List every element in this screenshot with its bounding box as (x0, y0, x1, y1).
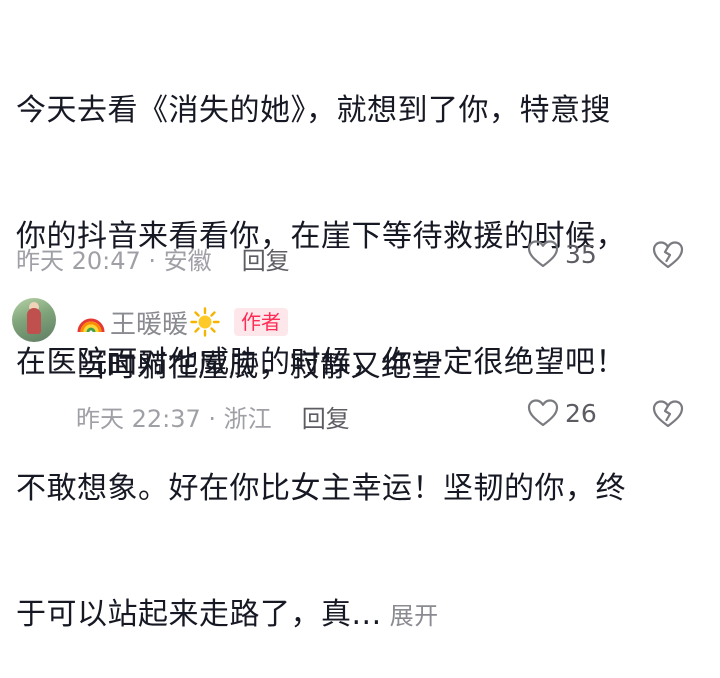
comment-timestamp-location: 昨天 20:47 · 安徽 (16, 246, 212, 275)
heart-outline-icon (527, 240, 559, 268)
rainbow-icon (77, 318, 105, 333)
like-count: 26 (565, 398, 597, 428)
sun-icon (190, 307, 220, 337)
comment-line: 今天去看《消失的她》，就想到了你，特意搜 (16, 93, 611, 128)
comment-like-button[interactable]: 35 (527, 239, 597, 269)
comment-text: 今天去看《消失的她》，就想到了你，特意搜 你的抖音来看看你，在崖下等待救援的时候… (16, 6, 706, 678)
avatar-figure-body (27, 308, 41, 334)
reply-header: 王暖暖 作者 (76, 304, 289, 341)
reply-button[interactable]: 回复 (242, 241, 290, 276)
reply-like-button[interactable]: 26 (527, 398, 597, 428)
broken-heart-icon[interactable] (652, 399, 684, 429)
reply-author-name[interactable]: 王暖暖 (110, 304, 188, 341)
reply-text: 当时躺在崖底，寂静又绝望 (76, 349, 442, 384)
reply-reply-button[interactable]: 回复 (302, 399, 350, 434)
heart-outline-icon (527, 399, 559, 427)
comment-line-last: 于可以站起来走路了，真... 展开 (16, 594, 706, 636)
author-badge: 作者 (234, 308, 289, 336)
reply-meta-row: 昨天 22:37 · 浙江 回复 (76, 396, 350, 436)
broken-heart-icon[interactable] (652, 240, 684, 270)
like-count: 35 (565, 239, 597, 269)
comment-meta-row: 昨天 20:47 · 安徽 回复 (16, 238, 290, 278)
avatar[interactable] (12, 298, 56, 342)
expand-button[interactable]: 展开 (390, 602, 439, 630)
reply-timestamp-location: 昨天 22:37 · 浙江 (76, 404, 272, 433)
comment-line-truncated: 于可以站起来走路了，真... (16, 597, 382, 632)
comment-line: 不敢想象。好在你比女主幸运！坚韧的你，终 (16, 471, 626, 506)
